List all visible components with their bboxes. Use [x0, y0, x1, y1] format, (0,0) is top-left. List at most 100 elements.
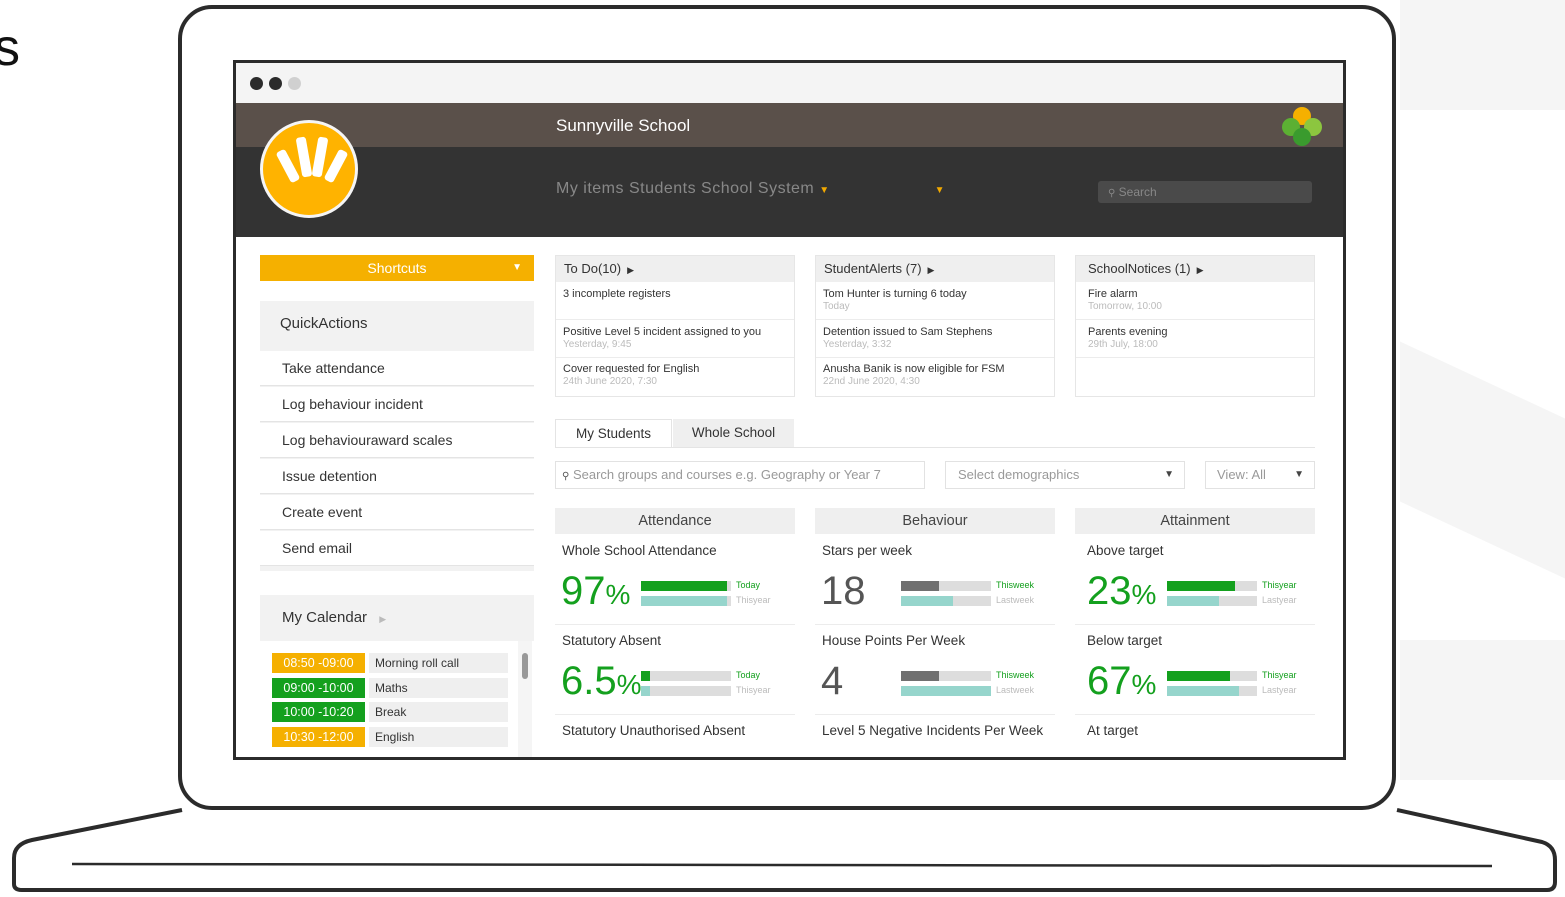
stat-block[interactable]: At target — [1075, 715, 1315, 757]
progress-bar — [641, 596, 731, 606]
search-input[interactable]: ⚲ Search — [1098, 181, 1312, 203]
school-notices-header[interactable]: SchoolNotices (1) ▶ — [1076, 256, 1314, 282]
window-dot-3[interactable] — [288, 77, 301, 90]
stat-label: Level 5 Negative Incidents Per Week — [822, 723, 1044, 738]
quick-action-log-behaviour[interactable]: Log behaviour incident — [260, 387, 534, 422]
progress-bar-fill — [901, 596, 954, 606]
stat-number: 18 — [821, 569, 866, 613]
stat-number: 6.5 — [561, 659, 617, 703]
search-icon: ⚲ — [562, 471, 570, 482]
tab-whole-school[interactable]: Whole School — [673, 419, 794, 447]
shortcuts-dropdown[interactable]: Shortcuts ▼ — [260, 255, 534, 281]
window-dot-1[interactable] — [250, 77, 263, 90]
panel-item[interactable]: Cover requested for English 24th June 20… — [556, 358, 794, 395]
chevron-down-icon[interactable]: ▼ — [819, 185, 829, 196]
chevron-right-icon: ▶ — [627, 265, 634, 275]
calendar-event[interactable]: 09:00 -10:00 Maths — [272, 678, 508, 698]
stat-block[interactable]: Above target 23% Thisyear Lastyear — [1075, 535, 1315, 625]
panel-item-text: Tom Hunter is turning 6 today — [823, 288, 967, 300]
progress-bar — [1167, 686, 1257, 696]
todo-panel-header[interactable]: To Do(10) ▶ — [556, 256, 794, 282]
panel-item[interactable]: Detention issued to Sam Stephens Yesterd… — [816, 321, 1054, 358]
panel-item[interactable]: Fire alarm Tomorrow, 10:00 — [1076, 283, 1314, 320]
chevron-down-icon: ▼ — [1294, 469, 1304, 480]
panel-item-text: Cover requested for English — [563, 363, 700, 375]
quick-action-log-award[interactable]: Log behaviouraward scales — [260, 423, 534, 458]
view-select[interactable]: View: All ▼ — [1205, 461, 1315, 489]
calendar-event[interactable]: 08:50 -09:00 Morning roll call — [272, 653, 508, 673]
stat-block[interactable]: Whole School Attendance 97% Today Thisyear — [555, 535, 795, 625]
progress-bar — [1167, 581, 1257, 591]
demographics-value: Select demographics — [958, 467, 1080, 482]
panel-item[interactable]: Anusha Banik is now eligible for FSM 22n… — [816, 358, 1054, 395]
school-name: Sunnyville School — [556, 116, 691, 135]
window-chrome — [236, 63, 1343, 103]
stat-label: Statutory Unauthorised Absent — [562, 723, 746, 738]
progress-bar-label: Lastyear — [1262, 685, 1297, 695]
laptop-base — [12, 808, 1557, 892]
calendar-event[interactable]: 10:00 -10:20 Break — [272, 702, 508, 722]
demographics-select[interactable]: Select demographics ▼ — [945, 461, 1185, 489]
calendar-event-time: 08:50 -09:00 — [272, 653, 365, 673]
tab-divider — [555, 447, 1315, 448]
tab-my-students[interactable]: My Students — [555, 419, 672, 447]
panel-item-time: Today — [823, 301, 850, 312]
progress-bar — [641, 581, 731, 591]
stat-block[interactable]: Below target 67% Thisyear Lastyear — [1075, 625, 1315, 715]
quick-action-take-attendance[interactable]: Take attendance — [260, 351, 534, 386]
progress-bar-label: Thisyear — [736, 595, 771, 605]
progress-bar-fill — [901, 581, 939, 591]
progress-bar-label: Thisweek — [996, 670, 1035, 680]
group-search-placeholder: Search groups and courses e.g. Geography… — [572, 467, 881, 482]
panel-item[interactable]: Positive Level 5 incident assigned to yo… — [556, 321, 794, 358]
search-icon: ⚲ — [1108, 188, 1116, 199]
stat-value: 67% — [1087, 657, 1156, 709]
stat-block[interactable]: House Points Per Week 4 Thisweek Lastweek — [815, 625, 1055, 715]
stat-block[interactable]: Stars per week 18 Thisweek Lastweek — [815, 535, 1055, 625]
school-notices-panel: SchoolNotices (1) ▶ Fire alarm Tomorrow, … — [1075, 255, 1315, 397]
calendar-scroll-thumb[interactable] — [522, 653, 528, 679]
panel-item[interactable]: Tom Hunter is turning 6 today Today — [816, 283, 1054, 320]
stat-block[interactable]: Level 5 Negative Incidents Per Week — [815, 715, 1055, 757]
group-search-input[interactable]: ⚲ Search groups and courses e.g. Geograp… — [555, 461, 925, 489]
panel-item-text: Anusha Banik is now eligible for FSM — [823, 363, 1005, 375]
progress-bar-fill — [901, 671, 939, 681]
petals-icon[interactable] — [1282, 107, 1322, 147]
progress-bar-label: Today — [736, 580, 761, 590]
app-screen: Sunnyville School My items Students Scho… — [233, 60, 1346, 760]
panel-item[interactable]: 3 incomplete registers — [556, 283, 794, 320]
view-value: View: All — [1217, 467, 1266, 482]
quick-actions-panel: QuickActions Take attendance Log behavio… — [260, 301, 534, 571]
progress-bar-label: Today — [736, 670, 761, 680]
stat-unit: % — [1131, 579, 1157, 610]
progress-bar-fill — [1167, 581, 1236, 591]
calendar-event-name: English — [369, 727, 508, 747]
stat-block[interactable]: Statutory Unauthorised Absent — [555, 715, 795, 757]
sun-logo-icon[interactable] — [260, 120, 358, 218]
background-shape — [1400, 640, 1565, 780]
chevron-down-icon[interactable]: ▼ — [935, 185, 945, 196]
stat-value: 97% — [561, 567, 630, 619]
calendar-event-name: Morning roll call — [369, 653, 508, 673]
student-alerts-header[interactable]: StudentAlerts (7) ▶ — [816, 256, 1054, 282]
nav-menu[interactable]: My items Students School System — [556, 180, 814, 197]
main-nav[interactable]: My items Students School System ▼ ▼ — [556, 180, 945, 198]
stat-value: 18 — [821, 567, 866, 615]
calendar-event[interactable]: 10:30 -12:00 English — [272, 727, 508, 747]
progress-bar — [901, 671, 991, 681]
quick-action-send-email[interactable]: Send email — [260, 531, 534, 566]
panel-item-time: Tomorrow, 10:00 — [1088, 301, 1162, 312]
stat-label: Whole School Attendance — [562, 543, 717, 558]
window-dot-2[interactable] — [269, 77, 282, 90]
panel-item[interactable]: Parents evening 29th July, 18:00 — [1076, 321, 1314, 358]
attendance-card-title: Attendance — [555, 508, 795, 534]
stat-unit: % — [1131, 669, 1157, 700]
stat-block[interactable]: Statutory Absent 6.5% Today Thisyear — [555, 625, 795, 715]
progress-bar — [1167, 671, 1257, 681]
calendar-title[interactable]: My Calendar ▶ — [282, 609, 386, 626]
quick-action-create-event[interactable]: Create event — [260, 495, 534, 530]
quick-actions-title: QuickActions — [280, 315, 368, 332]
quick-action-issue-detention[interactable]: Issue detention — [260, 459, 534, 494]
stat-value: 6.5% — [561, 657, 642, 709]
progress-bar — [901, 596, 991, 606]
